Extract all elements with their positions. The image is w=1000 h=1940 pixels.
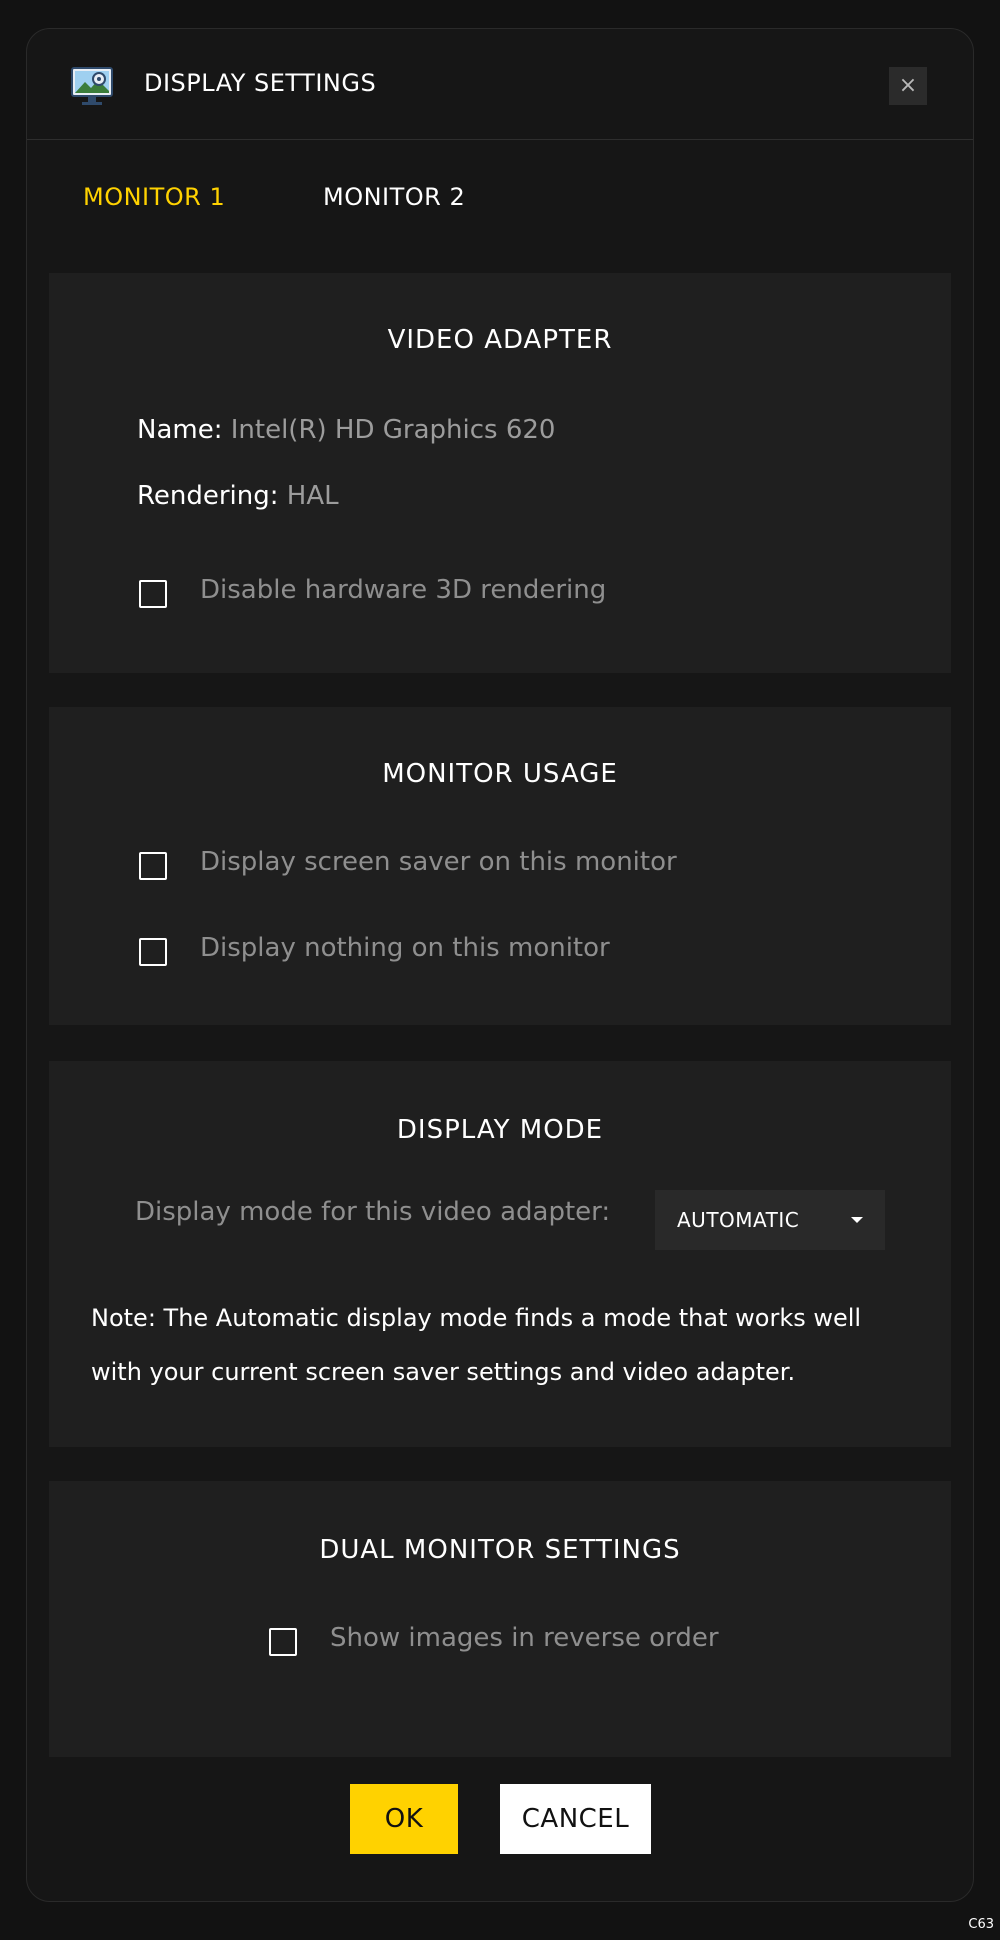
adapter-name: Name: Intel(R) HD Graphics 620: [137, 415, 555, 445]
dialog-title: DISPLAY SETTINGS: [144, 69, 377, 97]
rendering-value: HAL: [286, 481, 339, 511]
adapter-name-value: Intel(R) HD Graphics 620: [230, 415, 556, 445]
caret-down-icon: [851, 1217, 863, 1223]
display-mode-note: Note: The Automatic display mode finds a…: [91, 1304, 862, 1386]
monitor-usage-panel: MONITOR USAGE Display screen saver on th…: [49, 707, 951, 1025]
video-adapter-title: VIDEO ADAPTER: [387, 325, 613, 355]
monitor-settings-icon: [71, 67, 113, 105]
display-nothing-checkbox[interactable]: [139, 938, 167, 966]
display-mode-label: Display mode for this video adapter:: [135, 1197, 611, 1227]
video-adapter-panel: VIDEO ADAPTER Name: Intel(R) HD Graphics…: [49, 273, 951, 673]
close-button[interactable]: ×: [889, 67, 927, 105]
display-nothing-label: Display nothing on this monitor: [200, 933, 610, 963]
cancel-button[interactable]: CANCEL: [500, 1784, 651, 1854]
dialog-header: DISPLAY SETTINGS ×: [27, 29, 973, 140]
display-mode-select[interactable]: AUTOMATIC: [655, 1190, 885, 1250]
reverse-order-checkbox[interactable]: [269, 1628, 297, 1656]
display-mode-panel: DISPLAY MODE Display mode for this video…: [49, 1061, 951, 1447]
monitor-usage-title: MONITOR USAGE: [382, 759, 618, 789]
screen-saver-label: Display screen saver on this monitor: [200, 847, 677, 877]
rendering-label: Rendering:: [137, 481, 279, 511]
tab-monitor-2[interactable]: MONITOR 2: [323, 183, 465, 211]
display-mode-title: DISPLAY MODE: [396, 1115, 604, 1145]
adapter-rendering: Rendering: HAL: [137, 481, 339, 511]
ok-button[interactable]: OK: [350, 1784, 458, 1854]
reverse-order-label: Show images in reverse order: [330, 1623, 719, 1653]
disable-3d-label: Disable hardware 3D rendering: [200, 575, 607, 605]
tab-monitor-1[interactable]: MONITOR 1: [83, 183, 225, 211]
screen-saver-checkbox[interactable]: [139, 852, 167, 880]
dual-monitor-title: DUAL MONITOR SETTINGS: [319, 1535, 681, 1565]
disable-3d-checkbox[interactable]: [139, 580, 167, 608]
display-settings-dialog: DISPLAY SETTINGS × MONITOR 1 MONITOR 2 V…: [26, 28, 974, 1902]
dual-monitor-panel: DUAL MONITOR SETTINGS Show images in rev…: [49, 1481, 951, 1757]
adapter-name-label: Name:: [137, 415, 223, 445]
corner-code: C63: [968, 1917, 994, 1932]
display-mode-value: AUTOMATIC: [677, 1208, 800, 1232]
